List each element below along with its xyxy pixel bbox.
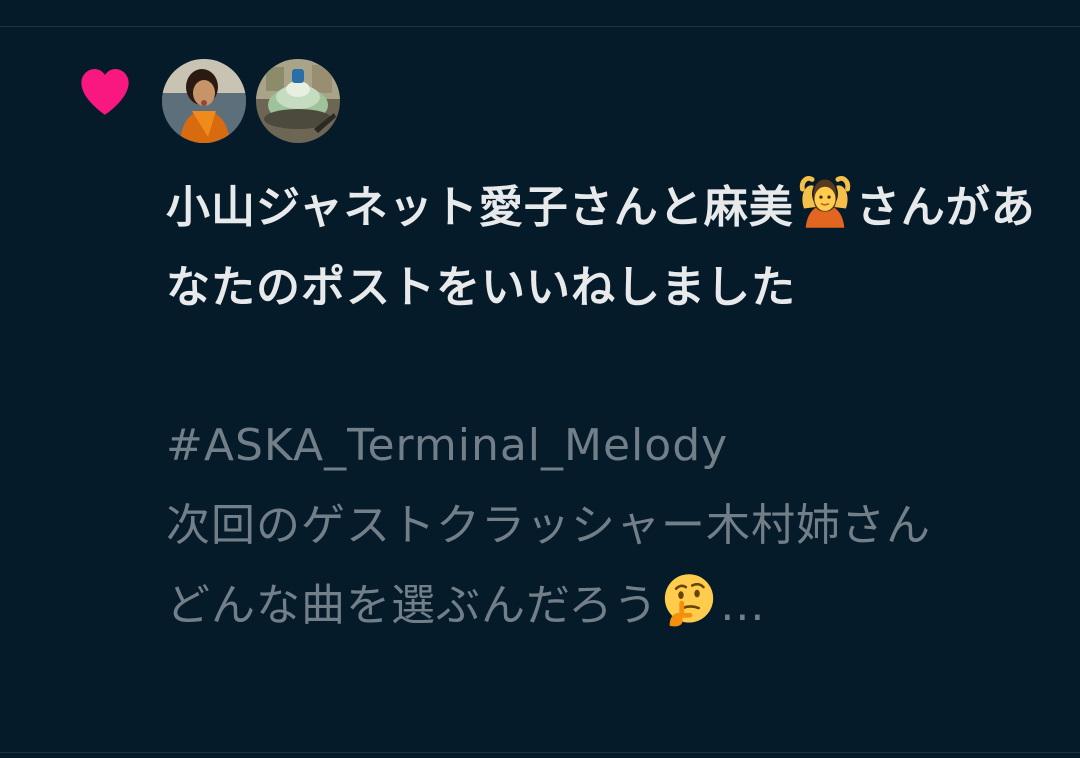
bottom-divider (0, 752, 1080, 753)
post-line-2: 次回のゲストクラッシャー木村姉さん (166, 500, 931, 551)
avatar-user-1[interactable] (162, 59, 246, 143)
person-gesturing-ok-emoji (799, 176, 851, 228)
heart-icon (81, 68, 129, 115)
notifications-screen: 小山ジャネット愛子さんと麻美 さんがあなたのポストをいいねしました #ASKA_… (0, 0, 1080, 758)
liked-post-preview[interactable]: #ASKA_Terminal_Melody 次回のゲストクラッシャー木村姉さん … (166, 406, 1046, 646)
avatar-group (162, 59, 340, 143)
post-line-3: どんな曲を選ぶんだろう ... (166, 566, 1046, 646)
title-text-part1: 小山ジャネット愛子さんと麻美 (166, 182, 794, 233)
post-hashtag[interactable]: #ASKA_Terminal_Melody (166, 406, 1046, 486)
like-notification[interactable]: 小山ジャネット愛子さんと麻美 さんがあなたのポストをいいねしました #ASKA_… (0, 27, 1080, 752)
post-line-3-text: どんな曲を選ぶんだろう (166, 580, 659, 631)
thinking-face-emoji (665, 574, 714, 627)
avatar-user-2[interactable] (256, 59, 340, 143)
post-line-3-suffix: ... (720, 580, 766, 631)
notification-title[interactable]: 小山ジャネット愛子さんと麻美 さんがあなたのポストをいいねしました (166, 168, 1046, 328)
